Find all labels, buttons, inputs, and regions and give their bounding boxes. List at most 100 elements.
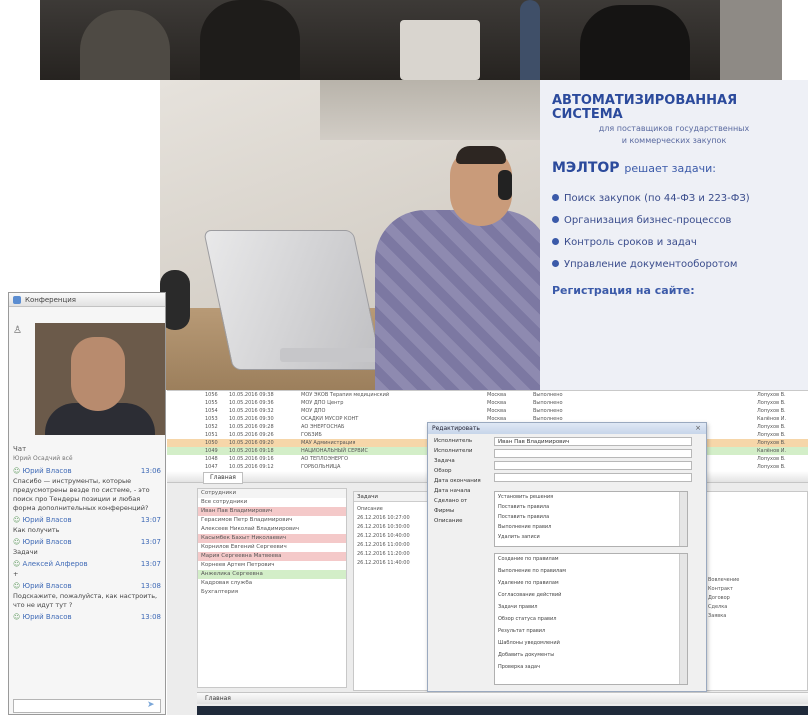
assignee-field[interactable]: Иван Пав Владимирович [494, 437, 692, 446]
scrollbar[interactable] [679, 492, 687, 546]
employee-row[interactable]: Алексеев Николай Владимирович [198, 525, 346, 534]
webcam-video [35, 323, 165, 435]
bullet-icon [552, 216, 559, 223]
cell-status: Выполнено [533, 400, 563, 406]
task-row[interactable]: 26.12.2016 10:40:00 [357, 533, 410, 539]
employees-panel: Сотрудники Все сотрудники Иван Пав Владими… [197, 488, 347, 688]
user-icon[interactable]: ♙ [13, 325, 25, 337]
option-item[interactable]: Поставить правила [498, 504, 549, 510]
cell-date: 10.05.2016 09:38 [229, 392, 274, 398]
cell-status: Выполнено [533, 408, 563, 414]
message-time: 13:08 [140, 582, 161, 590]
task-row[interactable]: 26.12.2016 10:30:00 [357, 524, 410, 530]
cell-owner: Лопухов В. [757, 440, 786, 446]
chat-input[interactable] [13, 699, 161, 713]
option-item[interactable]: Удалить записи [498, 534, 540, 540]
cell-id: 1055 [205, 400, 218, 406]
cell-owner: Лопухов В. [757, 432, 786, 438]
cell-date: 10.05.2016 09:36 [229, 400, 274, 406]
cell-owner: Лопухов В. [757, 464, 786, 470]
message-time: 13:07 [140, 516, 161, 524]
window-strip [320, 80, 540, 140]
message-author: Юрий Власов [13, 581, 72, 592]
chat-message: Юрий Власов 13:06 Спасибо — инструменты, … [11, 465, 163, 514]
option-item[interactable]: Выполнение правил [498, 524, 551, 530]
action-item[interactable]: Шаблоны уведомлений [498, 640, 560, 646]
option-item[interactable]: Поставить правила [498, 514, 549, 520]
employee-row[interactable]: Анжелика Сергеевна [198, 570, 346, 579]
dialog-label: Сделано от [434, 498, 468, 504]
task-row[interactable]: 26.12.2016 11:40:00 [357, 560, 410, 566]
dialog-label: Задача [434, 458, 455, 464]
employee-row[interactable]: Бухгалтерия [198, 588, 346, 597]
edit-dialog: Редактировать × Исполнитель Исполнители За… [427, 422, 707, 692]
action-item[interactable]: Добавить документы [498, 652, 554, 658]
headset-icon [498, 170, 512, 200]
cell-id: 1052 [205, 424, 218, 430]
employee-row[interactable]: Корнеев Артем Петрович [198, 561, 346, 570]
scrollbar[interactable] [679, 554, 687, 684]
banner-item: Управление документооборотом [552, 254, 796, 276]
option-item[interactable]: Установить решения [498, 494, 553, 500]
banner-brand: МЭЛТОР [552, 160, 620, 176]
dialog-title[interactable]: Редактировать [428, 423, 706, 434]
send-icon[interactable]: ➤ [147, 700, 159, 712]
tab-main[interactable]: Главная [203, 472, 243, 484]
cell-owner: Лопухов В. [757, 408, 786, 414]
banner-brand-suffix: решает задачи: [624, 162, 716, 175]
action-item[interactable]: Проверка задач [498, 664, 540, 670]
employee-row[interactable]: Сотрудники [198, 489, 346, 498]
cell-place: Москва [487, 408, 507, 414]
action-item[interactable]: Задачи правил [498, 604, 537, 610]
task-row[interactable]: 26.12.2016 10:27:00 [357, 515, 410, 521]
employee-row[interactable]: Герасимов Петр Владимирович [198, 516, 346, 525]
conference-titlebar[interactable]: Конференция [9, 293, 165, 307]
presenter-body [375, 210, 550, 390]
chat-message: Юрий Власов 13:08 [11, 611, 163, 624]
message-text: + [13, 570, 19, 578]
presenter-photo: АВТОМАТИЗИРОВАННАЯ СИСТЕМА для поставщик… [160, 80, 808, 390]
top-photo [40, 0, 782, 80]
task-row[interactable]: 26.12.2016 11:00:00 [357, 542, 410, 548]
employee-row[interactable]: Все сотрудники [198, 498, 346, 507]
cell-owner: Лопухов В. [757, 456, 786, 462]
message-author: Юрий Власов [13, 515, 72, 526]
options-list[interactable]: Установить решения Поставить правила Поста… [494, 491, 688, 547]
banner-registration: Регистрация на сайте: [552, 284, 695, 297]
window-icon [13, 296, 21, 304]
cell-date: 10.05.2016 09:26 [229, 432, 274, 438]
banner-heading: АВТОМАТИЗИРОВАННАЯ СИСТЕМА [552, 93, 738, 122]
cell-place: Москва [487, 400, 507, 406]
message-author: Алексей Алферов [13, 559, 88, 570]
action-item[interactable]: Обзор статуса правил [498, 616, 556, 622]
chat-list[interactable]: Юрий Власов 13:06 Спасибо — инструменты, … [11, 465, 163, 697]
action-item[interactable]: Результат правил [498, 628, 545, 634]
bottom-tab[interactable]: Главная [205, 695, 231, 702]
cell-owner: Лопухов В. [757, 392, 786, 398]
message-time: 13:07 [140, 560, 161, 568]
task-field[interactable] [494, 461, 692, 470]
cell-date: 10.05.2016 09:12 [229, 464, 274, 470]
task-row[interactable]: 26.12.2016 11:20:00 [357, 551, 410, 557]
cell-id: 1047 [205, 464, 218, 470]
employee-row[interactable]: Корнилов Евгений Сергеевич [198, 543, 346, 552]
employee-row[interactable]: Касымбек Бахыт Николаевич [198, 534, 346, 543]
action-item[interactable]: Удаление по правилам [498, 580, 559, 586]
promo-banner: АВТОМАТИЗИРОВАННАЯ СИСТЕМА для поставщик… [540, 80, 808, 390]
actions-list[interactable]: Создание по правилам Выполнение по правил… [494, 553, 688, 685]
participant-head [71, 337, 125, 411]
message-time: 13:06 [140, 467, 161, 475]
action-item[interactable]: Создание по правилам [498, 556, 559, 562]
action-item[interactable]: Согласование действий [498, 592, 561, 598]
employee-row[interactable]: Кадровая служба [198, 579, 346, 588]
close-icon[interactable]: × [693, 424, 703, 433]
employee-row[interactable]: Иван Пав Владимирович [198, 507, 346, 516]
cell-date: 10.05.2016 09:32 [229, 408, 274, 414]
task-row[interactable]: Описание [357, 506, 383, 512]
overview-field[interactable] [494, 473, 692, 482]
assignees-field[interactable] [494, 449, 692, 458]
cell-id: 1053 [205, 416, 218, 422]
cell-text: МОУ ДПО [301, 408, 326, 414]
employee-row[interactable]: Мария Сергеевна Матвеева [198, 552, 346, 561]
action-item[interactable]: Выполнение по правилам [498, 568, 566, 574]
